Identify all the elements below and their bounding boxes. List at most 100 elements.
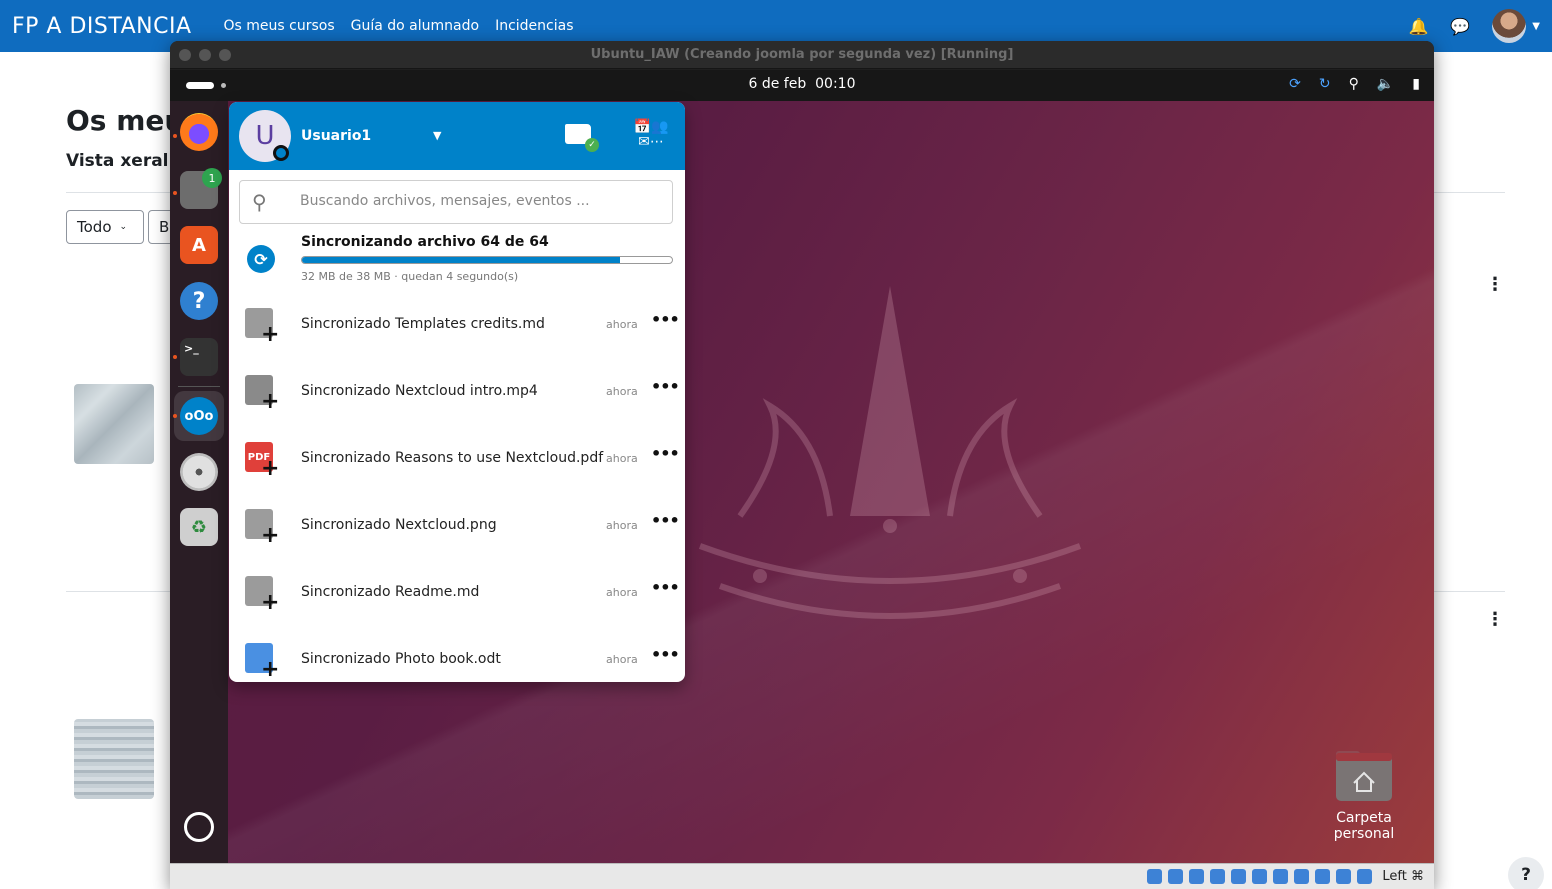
more-options-icon[interactable]: •••	[651, 444, 680, 463]
virtualbox-window: Ubuntu_IAW (Creando joomla por segunda v…	[170, 41, 1434, 889]
activity-item[interactable]: PDF + Sincronizado Reasons to use Nextcl…	[229, 428, 685, 495]
arrow-down-icon[interactable]	[1357, 869, 1373, 884]
more-options-icon[interactable]: •••	[651, 645, 680, 664]
plus-icon: +	[261, 389, 280, 414]
course-thumbnail[interactable]	[74, 384, 154, 464]
plus-icon: +	[261, 657, 280, 682]
sync-ok-icon: ✓	[585, 138, 599, 152]
nextcloud-header: U Usuario1 ▼ ✓ 📅👥 ✉⋯	[229, 102, 685, 170]
filter-dropdown[interactable]: Todo ⌄	[66, 210, 144, 244]
vm-status-icons: Left ⌘	[1147, 869, 1424, 884]
search-input[interactable]	[300, 193, 660, 209]
host-key-label: Left ⌘	[1382, 869, 1424, 884]
sync-progress-fill	[302, 257, 621, 263]
system-tray: ⟳ ↻ ⚲ 🔈 ▮	[1289, 76, 1420, 92]
dock-separator	[178, 386, 220, 387]
bell-icon[interactable]: 🔔	[1408, 17, 1428, 36]
more-options-icon[interactable]: •••	[651, 511, 680, 530]
course-thumbnail[interactable]	[74, 719, 154, 799]
activity-item[interactable]: + Sincronizado Nextcloud intro.mp4 ahora…	[229, 361, 685, 428]
activity-text: Sincronizado Reasons to use Nextcloud.pd…	[301, 450, 604, 466]
plus-icon: +	[261, 456, 280, 481]
home-folder-icon[interactable]	[1336, 751, 1392, 801]
site-brand[interactable]: FP A DISTANCIA	[12, 14, 192, 39]
show-apps-icon[interactable]	[184, 812, 214, 842]
page-title: Os meus cursos	[66, 104, 170, 137]
crown-wallpaper-graphic	[698, 286, 1082, 619]
help-button[interactable]: ?	[1508, 857, 1544, 889]
optical-drive-icon[interactable]	[1168, 869, 1184, 884]
firefox-icon[interactable]	[180, 113, 218, 151]
account-name[interactable]: Usuario1	[301, 128, 371, 144]
audio-icon[interactable]	[1189, 869, 1205, 884]
running-indicator	[173, 134, 177, 138]
primary-nav: Os meus cursos Guía do alumnado Incidenc…	[224, 18, 574, 34]
files-badge: 1	[202, 168, 222, 188]
app-center-icon[interactable]: A	[180, 226, 218, 264]
page-subtitle: Vista xeral dos cursos	[66, 151, 170, 171]
search-box: ⚲	[239, 180, 673, 224]
terminal-icon[interactable]: >_	[180, 338, 218, 376]
activity-time: ahora	[606, 586, 638, 599]
more-options-icon[interactable]: •••	[651, 377, 680, 396]
user-avatar[interactable]	[1492, 9, 1527, 43]
vm-titlebar: Ubuntu_IAW (Creando joomla por segunda v…	[170, 41, 1434, 69]
disk-icon[interactable]	[1147, 869, 1163, 884]
activity-text: Sincronizado Photo book.odt	[301, 651, 501, 667]
network-adapter-icon[interactable]	[1210, 869, 1226, 884]
disc-icon[interactable]	[180, 453, 218, 491]
plus-icon: +	[261, 523, 280, 548]
activity-time: ahora	[606, 452, 638, 465]
cpu-icon[interactable]	[1315, 869, 1331, 884]
battery-icon[interactable]: ▮	[1412, 76, 1420, 92]
plus-icon: +	[261, 322, 280, 347]
apps-menu-icon[interactable]: 📅👥 ✉⋯	[633, 120, 669, 150]
vm-status-bar: Left ⌘	[170, 863, 1434, 889]
nav-incidents[interactable]: Incidencias	[495, 18, 573, 34]
volume-icon[interactable]: 🔈	[1377, 76, 1394, 92]
activity-item[interactable]: + Sincronizado Templates credits.md ahor…	[229, 294, 685, 361]
activity-item[interactable]: + Sincronizado Photo book.odt ahora •••	[229, 629, 685, 682]
activity-item[interactable]: + Sincronizado Nextcloud.png ahora •••	[229, 495, 685, 562]
nav-my-courses[interactable]: Os meus cursos	[224, 18, 335, 34]
vm-title: Ubuntu_IAW (Creando joomla por segunda v…	[590, 47, 1014, 62]
chat-icon[interactable]: 💬	[1450, 17, 1470, 36]
activity-text: Sincronizado Nextcloud.png	[301, 517, 497, 533]
nextcloud-sync-icon[interactable]: ⟳	[1289, 76, 1301, 92]
sync-title: Sincronizando archivo 64 de 64	[301, 234, 549, 250]
nav-student-guide[interactable]: Guía do alumnado	[351, 18, 479, 34]
activity-time: ahora	[606, 385, 638, 398]
recording-icon[interactable]	[1294, 869, 1310, 884]
status-indicator	[273, 145, 289, 161]
display-icon[interactable]	[1273, 869, 1289, 884]
activity-text: Sincronizado Templates credits.md	[301, 316, 545, 332]
sync-status: ⟳ Sincronizando archivo 64 de 64 32 MB d…	[229, 230, 685, 290]
activity-item[interactable]: + Sincronizado Readme.md ahora •••	[229, 562, 685, 629]
course-menu-icon[interactable]: ⋮	[1486, 276, 1504, 294]
help-icon[interactable]: ?	[180, 282, 218, 320]
course-menu-icon[interactable]: ⋮	[1486, 611, 1504, 629]
activity-time: ahora	[606, 519, 638, 532]
usb-icon[interactable]	[1231, 869, 1247, 884]
nextcloud-icon[interactable]: oOo	[180, 397, 218, 435]
sync-progress-bar	[301, 256, 673, 264]
ubuntu-top-bar: 6 de feb 00:10 ⟳ ↻ ⚲ 🔈 ▮	[170, 70, 1434, 101]
home-folder-label[interactable]: Carpeta personal	[1304, 810, 1424, 842]
time-text: 00:10	[815, 76, 856, 92]
chevron-down-icon[interactable]: ▼	[433, 129, 441, 142]
plus-icon: +	[261, 590, 280, 615]
mouse-integration-icon[interactable]	[1336, 869, 1352, 884]
running-indicator	[173, 414, 177, 418]
refresh-icon[interactable]: ↻	[1319, 76, 1331, 92]
sync-icon: ⟳	[247, 245, 275, 273]
trash-icon[interactable]: ♻	[180, 508, 218, 546]
more-options-icon[interactable]: •••	[651, 578, 680, 597]
clock[interactable]: 6 de feb 00:10	[170, 76, 1434, 92]
nextcloud-panel: U Usuario1 ▼ ✓ 📅👥✉⋯ ⚲ ⟳ Sincronizando ar…	[229, 102, 685, 682]
filter-label: Todo	[77, 218, 112, 236]
chevron-down-icon[interactable]: ▼	[1532, 21, 1540, 32]
network-icon[interactable]: ⚲	[1349, 76, 1359, 92]
shared-folder-icon[interactable]	[1252, 869, 1268, 884]
activity-text: Sincronizado Readme.md	[301, 584, 480, 600]
more-options-icon[interactable]: •••	[651, 310, 680, 329]
